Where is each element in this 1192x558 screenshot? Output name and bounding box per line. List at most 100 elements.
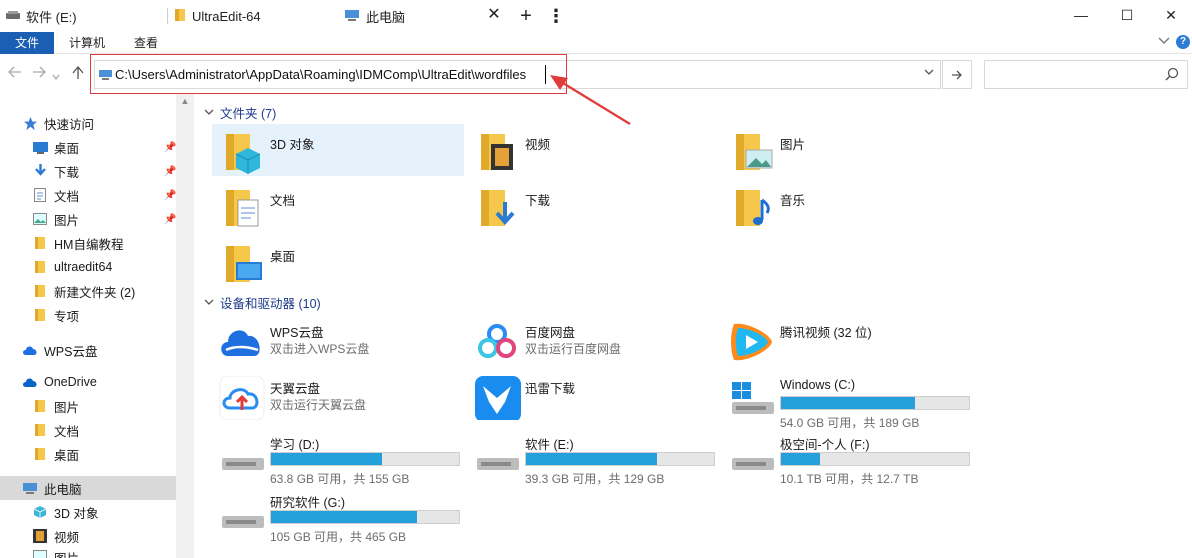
picture-icon — [32, 548, 48, 558]
sidebar-item-onedrive[interactable]: OneDrive — [0, 370, 176, 394]
sidebar-item-folder[interactable]: 专项 — [0, 303, 176, 327]
tab-this-pc[interactable]: 此电脑 ✕ — [338, 0, 510, 32]
hard-drive-icon — [222, 458, 264, 470]
sidebar-item-folder[interactable]: HM自编教程 — [0, 231, 176, 255]
sidebar-item-folder[interactable]: 桌面 — [0, 442, 176, 466]
folder-icon — [32, 283, 48, 299]
close-button[interactable]: ✕ — [1148, 0, 1192, 30]
folder-icon — [32, 259, 48, 275]
sidebar-item-wps-cloud[interactable]: WPS云盘 — [0, 338, 176, 362]
tab-drive-e[interactable]: 软件 (E:) — [0, 0, 168, 32]
scroll-up-icon[interactable]: ▲ — [176, 96, 194, 106]
app-tianyi-cloud[interactable]: 天翼云盘 双击运行天翼云盘 — [212, 372, 464, 424]
chevron-down-icon — [204, 108, 214, 118]
ribbon: 文件 计算机 查看 ? — [0, 32, 1192, 54]
sidebar-item-3d-objects[interactable]: 3D 对象 — [0, 500, 176, 524]
ribbon-tab-view[interactable]: 查看 — [120, 32, 172, 54]
forward-icon[interactable] — [32, 66, 46, 81]
music-folder-icon — [736, 190, 770, 226]
folder-pictures[interactable]: 图片 — [722, 124, 974, 176]
folder-3d-objects[interactable]: 3D 对象 — [212, 124, 464, 176]
sidebar-scrollbar[interactable]: ▲ — [176, 94, 194, 558]
picture-icon — [32, 211, 48, 227]
this-pc-icon — [22, 480, 38, 496]
drive-f[interactable]: 极空间-个人 (F:) 10.1 TB 可用，共 12.7 TB — [722, 428, 992, 486]
download-icon — [32, 163, 48, 179]
annotation-highlight-box — [90, 54, 567, 94]
3d-objects-folder-icon — [226, 134, 261, 174]
chevron-down-icon[interactable] — [924, 67, 934, 79]
app-wps-cloud[interactable]: WPS云盘 双击进入WPS云盘 — [212, 316, 464, 368]
go-button[interactable] — [942, 60, 972, 89]
drive-usage-bar — [525, 452, 715, 466]
sidebar-item-folder[interactable]: 文档 — [0, 418, 176, 442]
pin-icon[interactable]: 📌 — [164, 142, 176, 153]
hard-drive-icon — [222, 516, 264, 528]
cube-icon — [32, 504, 48, 520]
sidebar-item-videos[interactable]: 视频 — [0, 524, 176, 548]
folder-videos[interactable]: 视频 — [467, 124, 719, 176]
tab-close-icon[interactable]: ✕ — [486, 7, 502, 23]
folder-desktop[interactable]: 桌面 — [212, 236, 464, 288]
ribbon-tab-computer[interactable]: 计算机 — [60, 32, 114, 54]
new-tab-button[interactable]: + — [516, 5, 536, 27]
baidu-netdisk-icon — [478, 324, 516, 358]
video-folder-icon — [481, 134, 513, 170]
drive-e[interactable]: 软件 (E:) 39.3 GB 可用，共 129 GB — [467, 428, 737, 486]
app-xunlei-download[interactable]: 迅雷下载 — [467, 372, 719, 424]
drive-usage-bar — [780, 396, 970, 410]
help-icon[interactable]: ? — [1176, 35, 1190, 49]
folders-section-header[interactable]: 文件夹 (7) — [204, 103, 276, 122]
sidebar-item-folder[interactable]: 新建文件夹 (2) — [0, 279, 176, 303]
pin-icon[interactable]: 📌 — [164, 190, 176, 201]
this-pc-icon — [344, 8, 360, 25]
up-icon[interactable] — [72, 65, 84, 83]
cloud-icon — [22, 342, 38, 358]
search-input[interactable] — [984, 60, 1188, 89]
sidebar-item-desktop[interactable]: 桌面 📌 — [0, 135, 176, 159]
pin-icon[interactable]: 📌 — [164, 214, 176, 225]
sidebar-item-pictures[interactable]: 图片 📌 — [0, 207, 176, 231]
folder-icon — [32, 235, 48, 251]
tab-menu-icon[interactable]: ⋮ — [546, 6, 566, 26]
folder-downloads[interactable]: 下载 — [467, 180, 719, 232]
pin-icon[interactable]: 📌 — [164, 166, 176, 177]
folder-icon — [32, 422, 48, 438]
back-icon[interactable] — [8, 66, 22, 81]
navigation-pane: ▲ 快速访问 桌面 📌 下载 📌 文档 📌 图片 📌 HM自编教程 ultrae… — [0, 94, 194, 558]
tianyi-cloud-icon — [219, 376, 265, 420]
drive-usage-bar — [780, 452, 970, 466]
sidebar-item-pictures[interactable]: 图片 — [0, 548, 176, 558]
download-folder-icon — [481, 190, 515, 226]
app-tencent-video[interactable]: 腾讯视频 (32 位) — [722, 316, 974, 368]
sidebar-item-quick-access[interactable]: 快速访问 — [0, 111, 176, 135]
drive-d[interactable]: 学习 (D:) 63.8 GB 可用，共 155 GB — [212, 428, 482, 486]
ribbon-expand-icon[interactable] — [1158, 35, 1170, 48]
content-pane: 文件夹 (7) 3D 对象 视频 图片 文档 下载 音乐 桌面 设备和驱动器 (… — [196, 94, 1192, 558]
devices-section-header[interactable]: 设备和驱动器 (10) — [204, 293, 321, 312]
maximize-button[interactable]: ☐ — [1104, 0, 1150, 30]
drive-usage-bar — [270, 452, 460, 466]
drive-g[interactable]: 研究软件 (G:) 105 GB 可用，共 465 GB — [212, 486, 482, 544]
drive-c[interactable]: Windows (C:) 54.0 GB 可用，共 189 GB — [722, 372, 992, 430]
folder-documents[interactable]: 文档 — [212, 180, 464, 232]
hard-drive-icon — [477, 458, 519, 470]
sidebar-item-folder[interactable]: 图片 — [0, 394, 176, 418]
folder-music[interactable]: 音乐 — [722, 180, 974, 232]
star-icon — [22, 115, 38, 131]
tab-ultraedit[interactable]: UltraEdit-64 — [168, 0, 338, 32]
folder-icon — [32, 446, 48, 462]
document-folder-icon — [226, 190, 259, 227]
recent-dropdown-icon[interactable] — [52, 68, 60, 83]
minimize-button[interactable]: — — [1058, 0, 1104, 30]
sidebar-item-this-pc[interactable]: 此电脑 — [0, 476, 176, 500]
chevron-down-icon — [204, 298, 214, 308]
sidebar-item-downloads[interactable]: 下载 📌 — [0, 159, 176, 183]
film-icon — [32, 528, 48, 544]
sidebar-item-documents[interactable]: 文档 📌 — [0, 183, 176, 207]
drive-icon — [6, 9, 20, 24]
ribbon-tab-file[interactable]: 文件 — [0, 32, 54, 54]
hard-drive-icon — [732, 458, 774, 470]
app-baidu-netdisk[interactable]: 百度网盘 双击运行百度网盘 — [467, 316, 719, 368]
sidebar-item-folder[interactable]: ultraedit64 — [0, 255, 176, 279]
